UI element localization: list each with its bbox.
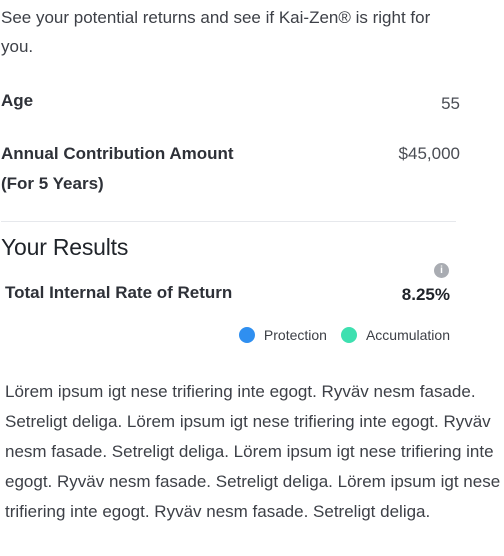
irr-value: 8.25% <box>401 285 450 304</box>
contribution-label: Annual Contribution Amount <box>1 144 234 163</box>
results-title: Your Results <box>1 234 129 260</box>
legend-item-protection[interactable]: Protection <box>238 327 327 343</box>
contribution-sublabel: (For 5 Years) <box>1 174 104 193</box>
info-icon[interactable]: i <box>434 263 449 278</box>
legend-label-accumulation: Accumulation <box>365 327 450 343</box>
legend-item-accumulation[interactable]: Accumulation <box>340 327 450 343</box>
section-divider <box>1 221 456 222</box>
irr-label: Total Internal Rate of Return <box>5 283 233 302</box>
protection-dot-icon <box>238 327 255 343</box>
age-label: Age <box>1 91 34 110</box>
age-value[interactable]: 55 <box>441 89 460 118</box>
contribution-value[interactable]: $45,000 <box>399 139 460 168</box>
intro-text: See your potential returns and see if Ka… <box>1 8 431 56</box>
legend-label-protection: Protection <box>263 327 327 343</box>
accumulation-dot-icon <box>340 327 357 343</box>
chart-legend: Protection Accumulation <box>225 327 450 343</box>
description-text: Lörem ipsum igt nese trifiering inte ego… <box>5 382 501 521</box>
